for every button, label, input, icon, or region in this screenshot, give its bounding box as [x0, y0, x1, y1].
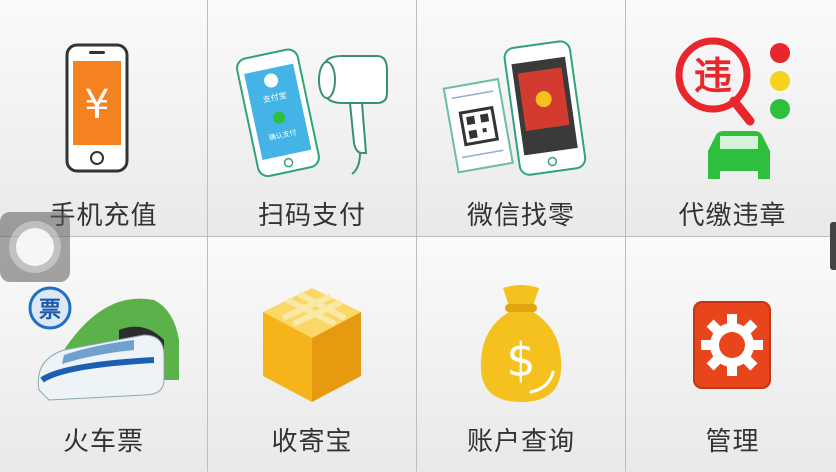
tile-account-inquiry[interactable]: $ 账户查询 — [417, 237, 625, 472]
tile-wechat-change[interactable]: 微信找零 — [417, 0, 625, 236]
tile-traffic-fines[interactable]: 违 代缴违章 — [626, 0, 836, 236]
edge-drawer-handle[interactable] — [830, 222, 836, 270]
svg-text:违: 违 — [693, 54, 731, 98]
tile-label: 火车票 — [62, 427, 144, 457]
tile-label: 扫码支付 — [257, 201, 366, 231]
tile-label: 代缴违章 — [678, 201, 787, 231]
tile-label: 管理 — [705, 427, 760, 457]
tile-label: 收寄宝 — [271, 427, 353, 457]
yen-symbol: ¥ — [84, 82, 109, 128]
parcel-box-icon — [208, 265, 416, 425]
traffic-violation-icon: 违 — [626, 28, 836, 188]
phone-recharge-icon: ¥ — [0, 28, 207, 188]
tile-mobile-recharge[interactable]: ¥ 手机充值 — [0, 0, 207, 236]
tile-parcel-service[interactable]: 收寄宝 — [208, 237, 416, 472]
money-bag-icon: $ — [417, 265, 625, 425]
gear-icon — [626, 265, 836, 425]
tile-label: 账户查询 — [466, 427, 575, 457]
assistive-touch-button[interactable] — [0, 212, 70, 282]
tile-label: 微信找零 — [466, 201, 575, 231]
ticket-badge: 票 — [38, 298, 60, 323]
dollar-symbol: $ — [506, 333, 535, 387]
wechat-change-icon — [417, 28, 625, 188]
train-ticket-icon: 票 — [0, 265, 207, 425]
function-grid: ¥ 手机充值 支付宝 确认支付 扫码支付 微信找零 违 代缴违章 票 火车票 收… — [0, 0, 836, 472]
tile-management[interactable]: 管理 — [626, 237, 836, 472]
qr-scan-pay-icon: 支付宝 确认支付 — [208, 28, 416, 188]
tile-scan-pay[interactable]: 支付宝 确认支付 扫码支付 — [208, 0, 416, 236]
